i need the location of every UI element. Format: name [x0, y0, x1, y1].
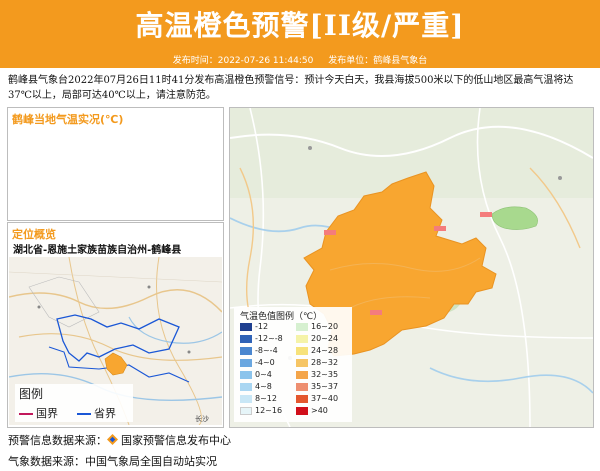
national-warning-center-logo-icon — [107, 434, 118, 445]
temp-legend-item: 20~24 — [296, 334, 338, 344]
location-panel: 定位概览 湖北省-恩施土家族苗族自治州-鹤峰县 长沙 图例 国界 省界 — [7, 222, 224, 428]
legend-national-border: 国界 — [19, 405, 58, 421]
temperature-legend-title: 气温色值图例（℃） — [240, 312, 323, 322]
temperature-color-legend: 气温色值图例（℃） -12 -12~-8 -8~-4 -4~0 0~4 4~8 … — [234, 307, 352, 422]
location-panel-title: 定位概览 — [12, 228, 56, 241]
county-map[interactable]: 气温色值图例（℃） -12 -12~-8 -8~-4 -4~0 0~4 4~8 … — [229, 107, 594, 428]
temperature-panel-title: 鹤峰当地气温实况(℃) — [12, 113, 124, 126]
temp-legend-item: -8~-4 — [240, 346, 278, 356]
warning-source[interactable]: 国家预警信息发布中心 — [121, 434, 231, 447]
publish-time: 发布时间：2022-07-26 11:44:50 — [172, 56, 314, 66]
temperature-panel: 鹤峰当地气温实况(℃) — [7, 107, 224, 221]
temp-legend-item: -12~-8 — [240, 334, 283, 344]
provincial-border-line-icon — [77, 413, 91, 415]
temp-legend-item: 35~37 — [296, 382, 338, 392]
temp-legend-item: 24~28 — [296, 346, 338, 356]
location-name: 湖北省-恩施土家族苗族自治州-鹤峰县 — [13, 245, 182, 256]
weather-source-line: 气象数据来源：中国气象局全国自动站实况 — [8, 455, 217, 468]
temp-legend-item: 37~40 — [296, 394, 338, 404]
warning-message: 鹤峰县气象台2022年07月26日11时41分发布高温橙色预警信号：预计今天白天… — [8, 75, 574, 101]
map-label-place1: 长沙 — [195, 414, 209, 423]
warning-meta: 发布时间：2022-07-26 11:44:50 发布单位：鹤峰县气象台 — [0, 53, 600, 66]
temp-legend-item: 28~32 — [296, 358, 338, 368]
temp-legend-item: 16~20 — [296, 322, 338, 332]
temp-legend-item: 0~4 — [240, 370, 272, 380]
temp-legend-item: -4~0 — [240, 358, 275, 368]
temp-legend-item: -12 — [240, 322, 268, 332]
temp-legend-item: >40 — [296, 406, 328, 416]
temp-legend-item: 8~12 — [240, 394, 277, 404]
warning-title: 高温橙色预警[II级/严重] — [135, 9, 465, 42]
overview-map[interactable]: 长沙 图例 国界 省界 — [9, 257, 222, 425]
legend-provincial-border: 省界 — [77, 405, 116, 421]
publisher: 发布单位：鹤峰县气象台 — [328, 56, 428, 66]
map-legend: 图例 国界 省界 — [15, 384, 133, 422]
warning-source-line: 预警信息数据来源： 国家预警信息发布中心 — [8, 432, 231, 448]
national-border-line-icon — [19, 413, 33, 415]
map-legend-title: 图例 — [19, 387, 44, 401]
warning-header: 高温橙色预警[II级/严重] 发布时间：2022-07-26 11:44:50 … — [0, 0, 600, 68]
warning-source-label: 预警信息数据来源： — [8, 434, 107, 447]
temp-legend-item: 12~16 — [240, 406, 282, 416]
temp-legend-item: 32~35 — [296, 370, 338, 380]
temp-legend-item: 4~8 — [240, 382, 272, 392]
